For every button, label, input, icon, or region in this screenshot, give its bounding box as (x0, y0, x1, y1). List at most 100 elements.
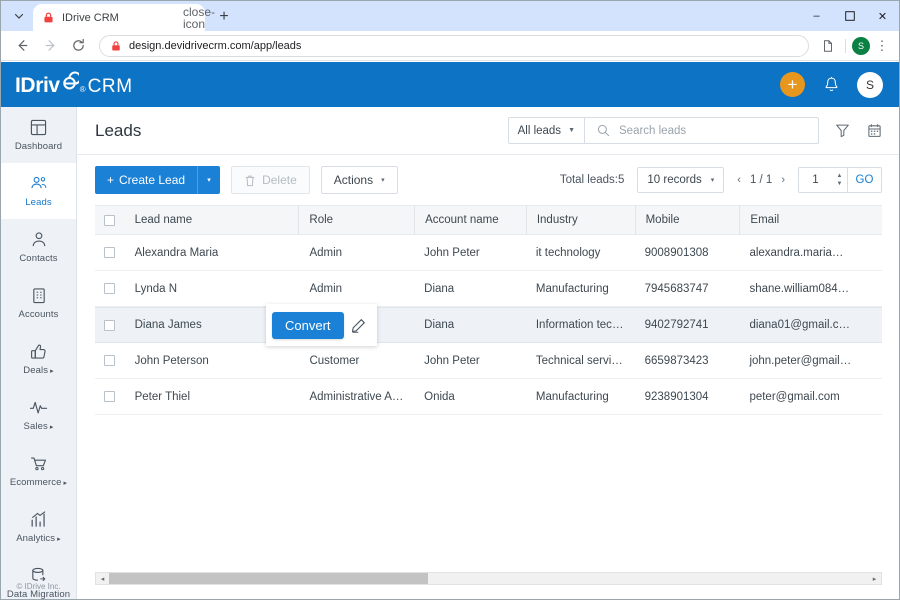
plus-circle-icon[interactable]: + (780, 72, 805, 97)
columns-icon[interactable] (862, 205, 882, 235)
share-icon[interactable] (817, 35, 839, 57)
row-checkbox[interactable] (95, 283, 125, 294)
row-checkbox[interactable] (95, 247, 125, 258)
spinner-updown-icon[interactable]: ▲ ▼ (832, 168, 847, 192)
sidebar-item-dashboard[interactable]: Dashboard (1, 107, 76, 163)
cell-account-name: Diana (424, 319, 455, 331)
go-button[interactable]: GO (847, 168, 881, 192)
spinner-up-arrow[interactable]: ▲ (837, 173, 843, 179)
delete-label: Delete (262, 173, 297, 187)
sidebar-label: Leads (25, 197, 52, 208)
app-header: IDriv ® CRM + S (1, 62, 899, 107)
browser-menu-icon[interactable]: ⋮ (873, 38, 891, 54)
funnel-icon[interactable] (833, 122, 851, 140)
scroll-right-arrow-icon[interactable]: ▸ (868, 575, 881, 583)
main-content: Leads All leads ▼ Search leads + Create … (77, 107, 899, 599)
sidebar-label: Analytics ▸ (16, 533, 61, 544)
sidebar-item-leads[interactable]: Leads (1, 163, 76, 219)
pencil-icon[interactable] (351, 318, 366, 333)
browser-tab[interactable]: IDrive CRM close-icon (33, 4, 215, 31)
logo-text: IDriv (15, 74, 60, 97)
arrow-left-icon[interactable] (9, 33, 35, 59)
sidebar-item-data-migration[interactable]: Data Migration (1, 555, 76, 599)
app-logo[interactable]: IDriv ® CRM (15, 71, 133, 98)
checkbox-box (104, 391, 116, 402)
search-input[interactable]: Search leads (585, 118, 818, 143)
toolbar-right-group: S ⋮ (817, 35, 891, 57)
pagination: ‹ 1 / 1 › (737, 174, 785, 186)
sidebar-item-accounts[interactable]: Accounts (1, 275, 76, 331)
arrow-right-icon[interactable] (37, 33, 63, 59)
copyright-text: © IDrive Inc. (16, 582, 61, 591)
avatar[interactable]: S (852, 36, 870, 55)
search-group: All leads ▼ Search leads (507, 117, 819, 144)
lock-icon (41, 11, 55, 25)
next-page-button[interactable]: › (781, 174, 785, 186)
user-avatar[interactable]: S (857, 71, 883, 98)
row-checkbox[interactable] (95, 355, 125, 366)
cell-industry: Manufacturing (535, 390, 609, 403)
create-lead-split-button: + Create Lead ▾ (95, 166, 221, 194)
chevron-down-icon: ▼ (568, 127, 575, 134)
chevron-right-icon: ▸ (57, 536, 61, 543)
select-all-checkbox[interactable] (95, 205, 125, 235)
maximize-button[interactable] (833, 1, 866, 31)
sidebar-item-deals[interactable]: Deals ▸ (1, 331, 76, 387)
column-header-industry[interactable]: Industry (525, 205, 635, 235)
convert-button[interactable]: Convert (272, 311, 344, 339)
delete-button[interactable]: Delete (231, 166, 310, 194)
table-row[interactable]: Alexandra Maria Admin John Peter it tech… (95, 235, 882, 271)
cell-account-name: John Peter (424, 246, 480, 259)
records-per-page-dropdown[interactable]: 10 records ▾ (637, 167, 725, 193)
cell-mobile: 9402792741 (644, 319, 709, 331)
chevron-down-icon: ▾ (710, 177, 715, 184)
sidebar-item-analytics[interactable]: Analytics ▸ (1, 499, 76, 555)
cell-role: Admin (309, 282, 343, 295)
scrollbar-track[interactable] (109, 572, 868, 585)
scroll-left-arrow-icon[interactable]: ◂ (96, 575, 109, 583)
cell-email: alexandra.maria@g... (749, 246, 860, 259)
table-row[interactable]: Diana James Diana Information technol...… (95, 304, 882, 346)
tab-list-chevron-down-icon[interactable] (5, 3, 33, 29)
chevron-right-icon: ▸ (63, 480, 68, 487)
calendar-icon[interactable] (865, 122, 883, 140)
sidebar-item-contacts[interactable]: Contacts (1, 219, 76, 275)
sidebar-item-ecommerce[interactable]: Ecommerce ▸ (1, 443, 76, 499)
close-window-button[interactable]: ✕ (866, 1, 899, 31)
horizontal-scrollbar[interactable]: ◂ ▸ (95, 572, 882, 585)
actions-dropdown-button[interactable]: Actions ▾ (320, 166, 398, 194)
column-header-mobile[interactable]: Mobile (634, 205, 740, 235)
address-bar[interactable]: design.devidrivecrm.com/app/leads (99, 34, 809, 57)
checkbox-box (104, 319, 116, 331)
scrollbar-thumb[interactable] (109, 573, 428, 584)
cell-email: shane.william084+e... (749, 282, 861, 295)
sidebar-item-sales[interactable]: Sales ▸ (1, 387, 76, 443)
table-row[interactable]: John Peterson Customer John Peter Techni… (95, 343, 882, 379)
prev-page-button[interactable]: ‹ (737, 174, 741, 186)
cart-icon (30, 454, 48, 472)
reload-icon[interactable] (65, 33, 91, 59)
table-row[interactable]: Lynda N Admin Diana Manufacturing 794568… (95, 271, 882, 307)
checkbox-box (104, 355, 116, 366)
create-lead-dropdown-toggle[interactable]: ▾ (197, 166, 221, 194)
column-header-role[interactable]: Role (298, 205, 414, 235)
bell-icon[interactable] (821, 74, 841, 96)
cell-mobile: 9008901308 (644, 246, 709, 259)
chevron-right-icon: ▸ (50, 368, 54, 375)
table-header-row: Lead name Role Account name Industry Mob… (95, 205, 882, 235)
column-header-lead-name[interactable]: Lead name (125, 205, 299, 235)
cell-email: peter@gmail.com (749, 390, 840, 403)
close-icon[interactable]: close-icon (183, 6, 215, 30)
dashboard-icon (30, 118, 47, 136)
column-header-account-name[interactable]: Account name (414, 205, 526, 235)
minimize-button[interactable]: – (800, 1, 833, 31)
table-row[interactable]: Peter Thiel Administrative Assist... Oni… (95, 379, 882, 415)
page-number-input[interactable]: 1 (799, 168, 832, 192)
row-checkbox[interactable] (95, 391, 125, 402)
row-checkbox[interactable] (95, 319, 125, 331)
column-header-email[interactable]: Email (739, 205, 862, 235)
sidebar-label: Ecommerce ▸ (9, 477, 68, 488)
create-lead-button[interactable]: + Create Lead (95, 166, 198, 194)
view-filter-dropdown[interactable]: All leads ▼ (509, 118, 585, 143)
spinner-down-arrow[interactable]: ▼ (837, 181, 843, 187)
